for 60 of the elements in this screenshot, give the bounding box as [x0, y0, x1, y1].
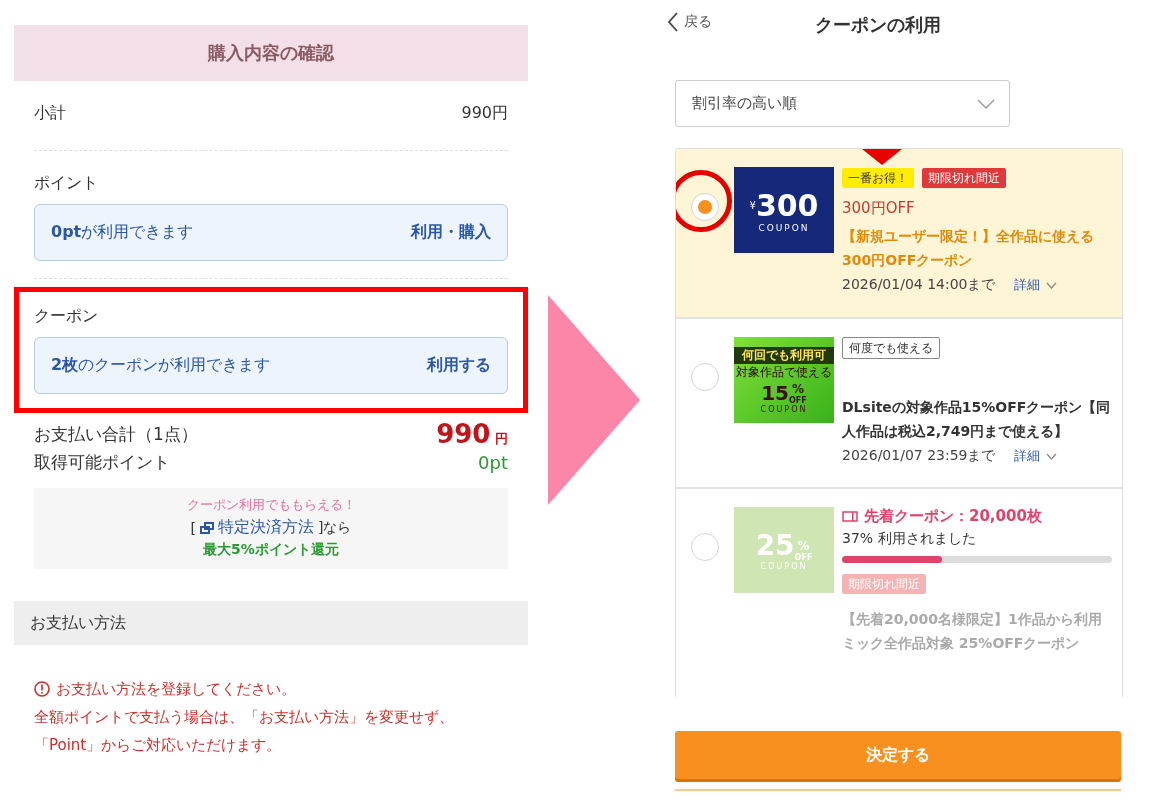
- error-message: お支払い方法を登録してください。: [56, 679, 296, 700]
- promo-headline: クーポン利用でももらえる！: [186, 496, 356, 514]
- coupon-button[interactable]: 2枚のクーポンが利用できます 利用する: [34, 337, 508, 394]
- coupon-title: 【先着20,000名様限定】1作品から利用ミック全作品対象 25%OFFクーポン: [842, 610, 1103, 653]
- coupon-label: COUPON: [758, 222, 810, 233]
- off-label: OFF: [794, 553, 813, 562]
- coupon-percent: 25: [755, 529, 795, 562]
- off-label: OFF: [789, 395, 807, 405]
- coupon-tag: 期限切れ間近: [842, 574, 926, 594]
- earn-value: 0pt: [478, 452, 508, 473]
- promo-reward: 最大5%ポイント還元: [203, 541, 339, 559]
- thumb-note: 何回でも利用可: [734, 346, 834, 364]
- screen-title: クーポンの利用: [814, 13, 941, 37]
- expiry-date: 2026/01/07 23:59まで: [842, 447, 996, 465]
- promo-text: ]なら: [318, 518, 352, 537]
- yen-sign: ¥: [749, 199, 756, 211]
- expiry-date: 2026/01/04 14:00まで: [842, 276, 996, 294]
- warning-icon: [34, 681, 50, 697]
- coupon-tag: 期限切れ間近: [922, 168, 1006, 188]
- coupon-item[interactable]: ¥300 COUPON 一番お得！ 期限切れ間近 300円OFF 【新規ユーザー限定！】全作品に使える300円OFFクーポン 2026/01/04 14:00まで 詳細: [676, 149, 1122, 319]
- payment-link[interactable]: 特定決済方法: [218, 517, 314, 538]
- chevron-down-icon: [977, 98, 995, 109]
- stock-label: 先着クーポン：20,000枚: [864, 507, 1042, 526]
- radio-button[interactable]: [691, 363, 719, 391]
- total-amount: 990 円: [436, 419, 508, 449]
- thumb-caption: 対象作品で使える: [736, 363, 832, 381]
- bracket: [: [190, 519, 196, 536]
- sort-dropdown[interactable]: 割引率の高い順: [675, 80, 1010, 127]
- chevron-left-icon: [668, 12, 678, 32]
- points-button[interactable]: 0ptが利用できます 利用・購入: [34, 204, 508, 261]
- back-button[interactable]: 戻る: [668, 12, 712, 32]
- total-label: お支払い合計（1点）: [34, 422, 198, 446]
- coupon-tag: 一番お得！: [842, 168, 914, 188]
- coupon-percent: 15: [761, 380, 790, 405]
- coupon-tag: 何度でも使える: [842, 337, 940, 359]
- error-note: 全額ポイントで支払う場合は、「お支払い方法」を変更せず、「Point」からご対応いただけます。: [34, 707, 455, 756]
- coupon-label: COUPON: [760, 562, 808, 571]
- earn-label: 取得可能ポイント: [34, 451, 170, 474]
- coupon-title: 【新規ユーザー限定！】全作品に使える300円OFFクーポン: [842, 227, 1095, 270]
- chevron-down-icon: [1045, 281, 1057, 289]
- subtotal-value: 990円: [461, 103, 508, 124]
- chevron-down-icon: [1045, 452, 1057, 460]
- page-title: 購入内容の確認: [208, 41, 334, 65]
- percent-sign: %: [791, 381, 804, 396]
- usage-reading: 37% 利用されました: [842, 530, 977, 548]
- coupon-amount: 300: [755, 187, 819, 223]
- percent-sign: %: [797, 539, 810, 553]
- radio-button[interactable]: [691, 533, 719, 561]
- radio-button[interactable]: [691, 193, 719, 221]
- details-link[interactable]: 詳細: [1013, 276, 1057, 294]
- ticket-icon: [842, 511, 858, 522]
- discount-text: 300円OFF: [842, 199, 916, 218]
- details-link[interactable]: 詳細: [1013, 447, 1057, 465]
- subtotal-label: 小計: [34, 103, 66, 124]
- coupon-label: COUPON: [760, 404, 808, 414]
- external-link-icon: [200, 521, 214, 534]
- coupon-title: DLsiteの対象作品15%OFFクーポン【同人作品は税込2,749円まで使える】: [842, 398, 1112, 441]
- section-title: お支払い方法: [30, 612, 126, 634]
- coupon-label: クーポン: [34, 306, 98, 325]
- points-label: ポイント: [34, 173, 98, 194]
